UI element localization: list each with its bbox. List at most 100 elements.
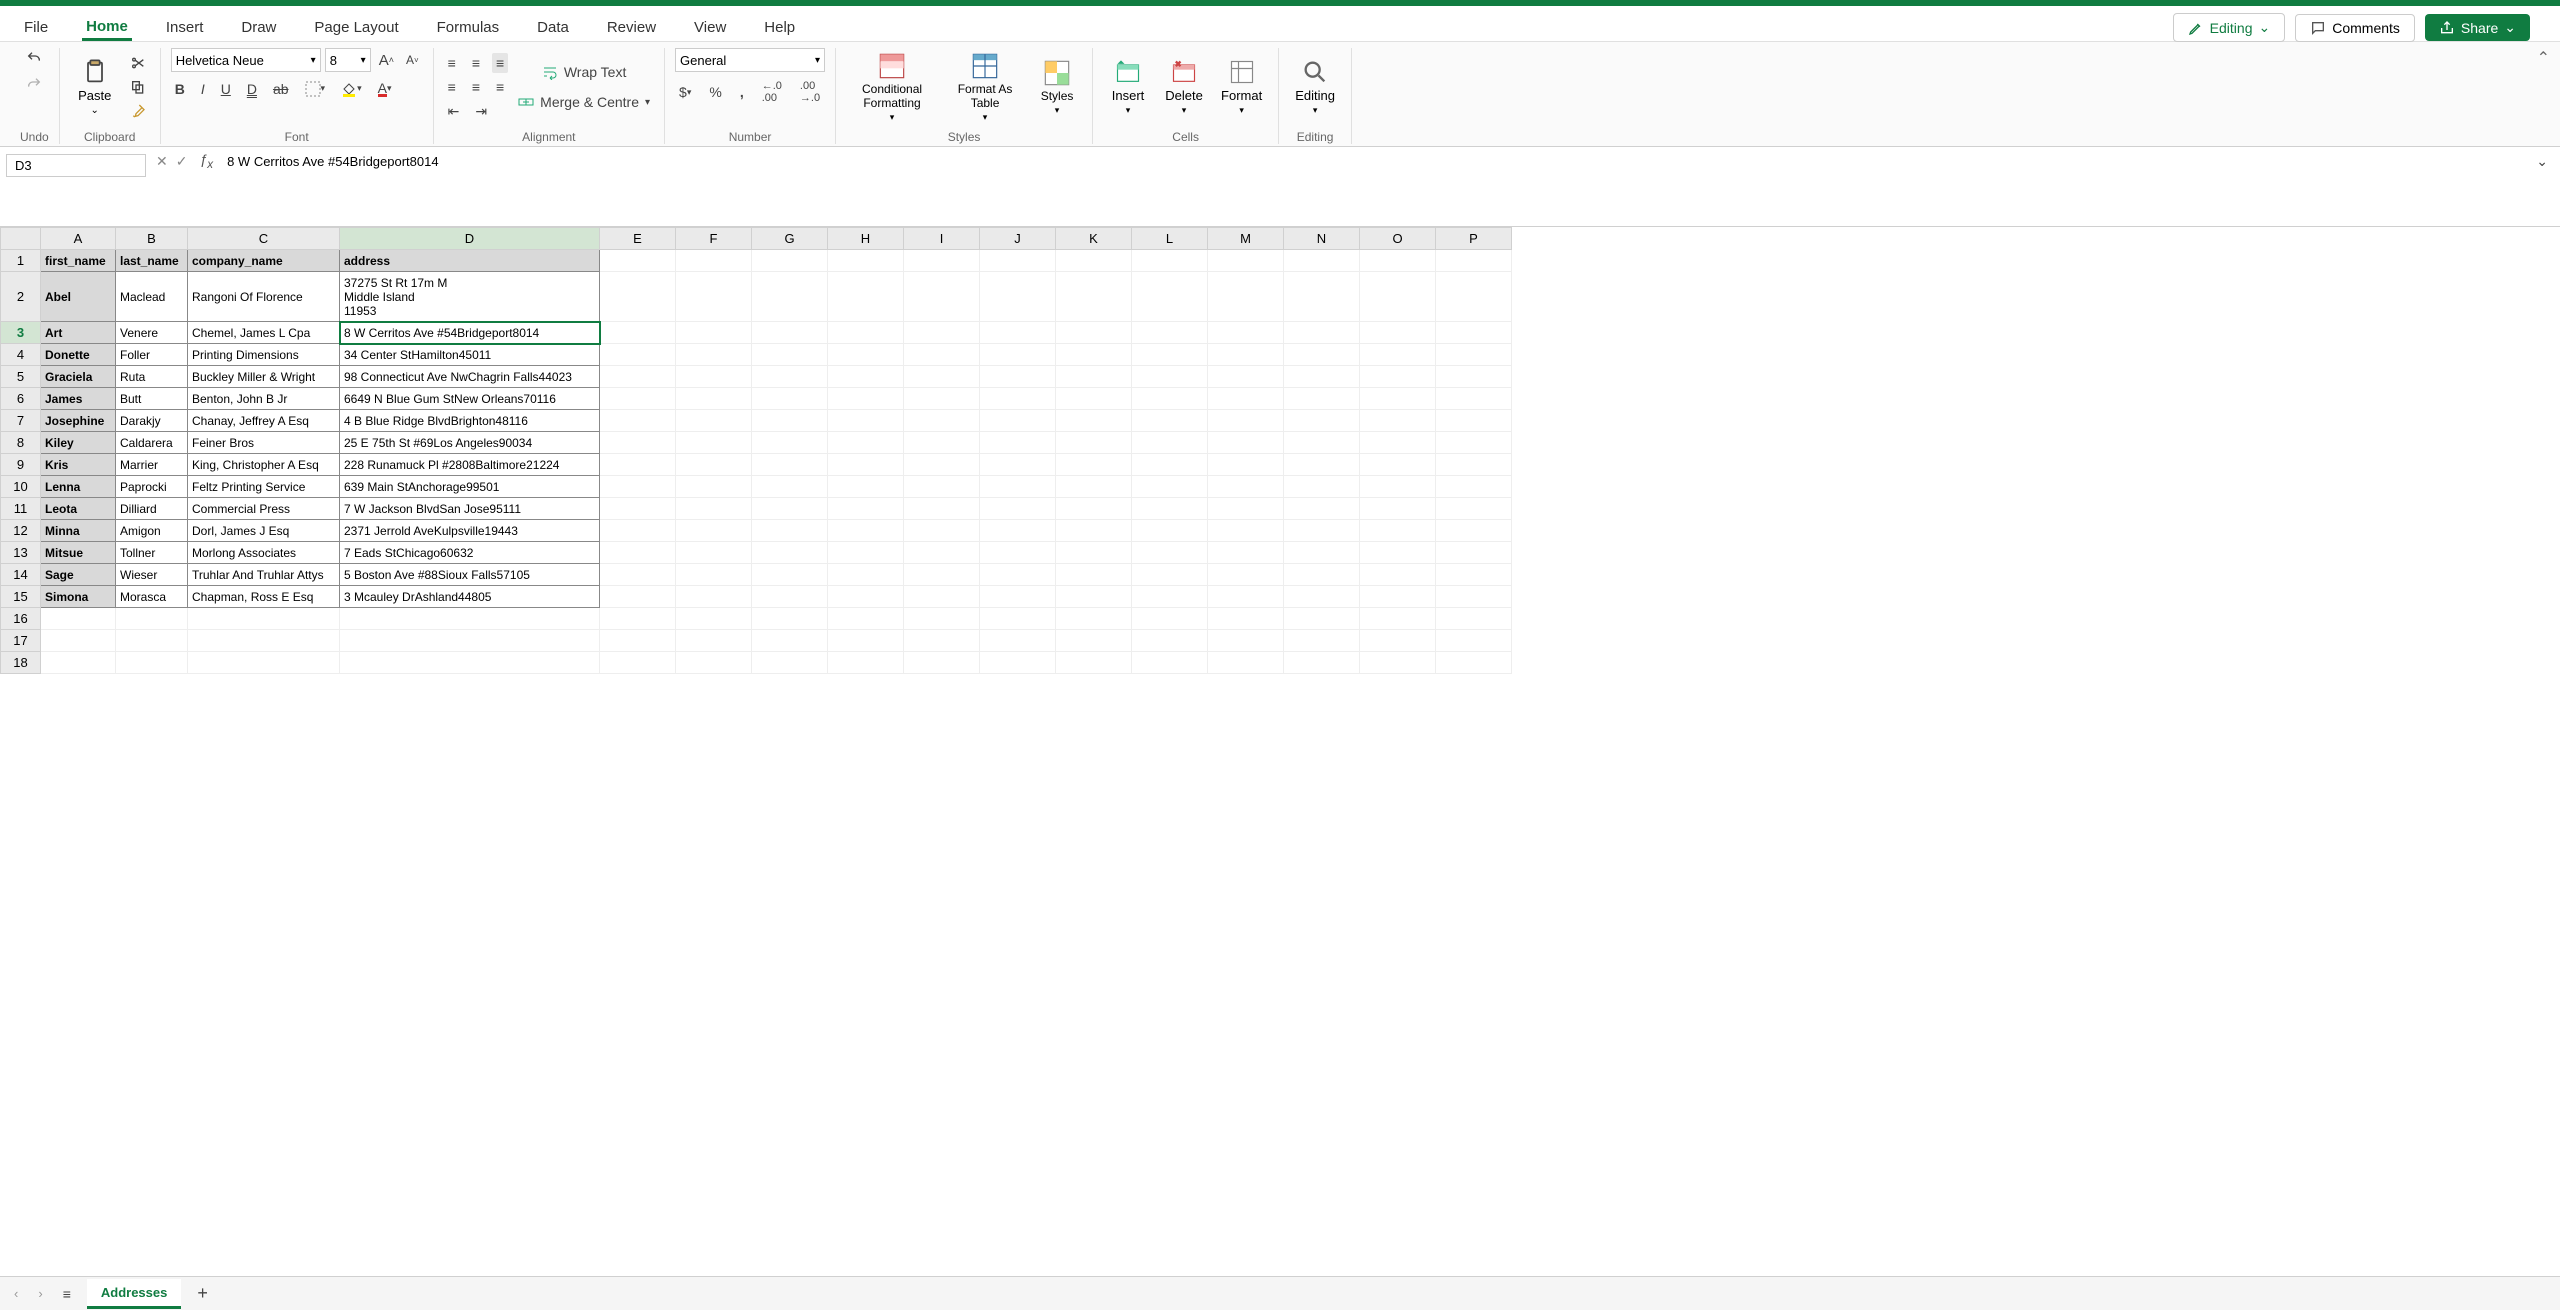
align-top-button[interactable]: ≡ [444,53,460,73]
cell[interactable] [1436,388,1512,410]
cell[interactable]: Feiner Bros [188,432,340,454]
cell[interactable] [676,586,752,608]
ribbon-tab-draw[interactable]: Draw [237,14,280,41]
cell[interactable] [676,432,752,454]
cell[interactable] [1208,366,1284,388]
cell[interactable] [1208,520,1284,542]
cell[interactable] [1208,542,1284,564]
cell[interactable] [1360,630,1436,652]
cell[interactable] [1360,476,1436,498]
cell[interactable]: Darakjy [116,410,188,432]
cell[interactable] [1436,344,1512,366]
cell[interactable] [1284,542,1360,564]
col-header-O[interactable]: O [1360,228,1436,250]
cell[interactable]: 4 B Blue Ridge BlvdBrighton48116 [340,410,600,432]
row-header-7[interactable]: 7 [1,410,41,432]
cell[interactable] [980,586,1056,608]
font-color-button[interactable]: A▾ [374,78,396,99]
cell[interactable] [904,250,980,272]
cell[interactable]: Foller [116,344,188,366]
col-header-M[interactable]: M [1208,228,1284,250]
row-header-16[interactable]: 16 [1,608,41,630]
cell[interactable] [828,498,904,520]
align-bottom-button[interactable]: ≡ [492,53,508,73]
cell[interactable] [1284,388,1360,410]
col-header-F[interactable]: F [676,228,752,250]
cell[interactable]: 7 W Jackson BlvdSan Jose95111 [340,498,600,520]
cell[interactable] [828,652,904,674]
collapse-ribbon-button[interactable]: ⌃ [2537,48,2550,68]
cell[interactable] [1360,410,1436,432]
ribbon-tab-insert[interactable]: Insert [162,14,208,41]
cell[interactable] [1360,388,1436,410]
cell[interactable] [980,432,1056,454]
cell[interactable] [600,322,676,344]
cell[interactable] [904,498,980,520]
cell[interactable] [1208,476,1284,498]
cell[interactable] [1360,652,1436,674]
copy-button[interactable] [126,77,150,97]
cell[interactable]: James [41,388,116,410]
cell[interactable] [676,272,752,322]
cell[interactable] [1056,608,1132,630]
cell[interactable] [1132,272,1208,322]
cell[interactable]: 228 Runamuck Pl #2808Baltimore21224 [340,454,600,476]
insert-cells-button[interactable]: Insert▾ [1103,56,1153,118]
cell[interactable] [188,652,340,674]
ribbon-tab-data[interactable]: Data [533,14,573,41]
cell[interactable] [1436,322,1512,344]
grow-font-button[interactable]: A˄ [375,50,398,71]
cell[interactable] [1056,652,1132,674]
cell[interactable]: Donette [41,344,116,366]
cell[interactable] [1436,564,1512,586]
cell[interactable] [676,564,752,586]
cell[interactable] [1208,250,1284,272]
row-header-14[interactable]: 14 [1,564,41,586]
cell[interactable] [828,608,904,630]
cell[interactable]: 2371 Jerrold AveKulpsville19443 [340,520,600,542]
cell[interactable] [676,520,752,542]
cell[interactable] [1360,608,1436,630]
fx-icon[interactable]: ƒx [191,151,221,171]
cell[interactable] [980,322,1056,344]
cell[interactable]: Graciela [41,366,116,388]
borders-button[interactable]: ▾ [301,79,330,99]
cell[interactable] [676,608,752,630]
cell[interactable] [752,520,828,542]
header-cell[interactable]: first_name [41,250,116,272]
cell[interactable] [340,630,600,652]
cell[interactable] [1284,432,1360,454]
cell[interactable] [676,388,752,410]
cell[interactable] [1284,630,1360,652]
cell[interactable]: Morlong Associates [188,542,340,564]
cell[interactable] [676,344,752,366]
cell[interactable]: Amigon [116,520,188,542]
cell[interactable] [904,388,980,410]
cell[interactable] [1056,476,1132,498]
cell[interactable] [600,564,676,586]
row-header-2[interactable]: 2 [1,272,41,322]
row-header-13[interactable]: 13 [1,542,41,564]
cell[interactable] [116,652,188,674]
cell[interactable] [1132,520,1208,542]
expand-formula-button[interactable]: ⌄ [2532,151,2552,172]
header-cell[interactable]: address [340,250,600,272]
share-button[interactable]: Share ⌄ [2425,14,2530,41]
cell[interactable]: Mitsue [41,542,116,564]
cell[interactable] [1436,432,1512,454]
cell[interactable] [1208,498,1284,520]
row-header-9[interactable]: 9 [1,454,41,476]
increase-indent-button[interactable]: ⇥ [471,101,491,122]
add-sheet-button[interactable]: + [193,1281,212,1306]
cell[interactable] [904,652,980,674]
cell[interactable] [828,476,904,498]
cell[interactable] [188,630,340,652]
cell[interactable] [980,250,1056,272]
row-header-5[interactable]: 5 [1,366,41,388]
cell[interactable] [1284,366,1360,388]
cell[interactable] [1360,564,1436,586]
cell[interactable] [1132,586,1208,608]
cell[interactable] [904,630,980,652]
cell[interactable] [1284,410,1360,432]
cell[interactable]: Caldarera [116,432,188,454]
